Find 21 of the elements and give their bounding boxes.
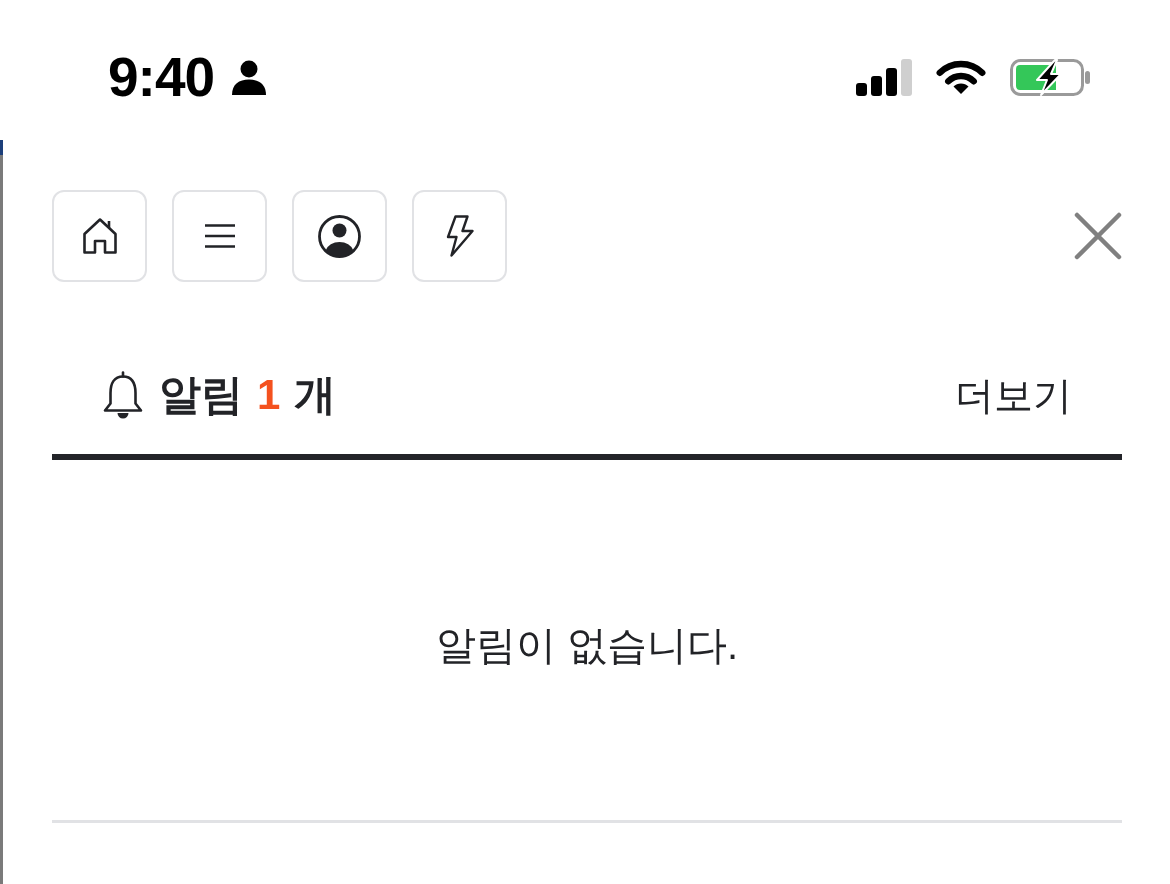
count-unit: 개: [294, 374, 337, 416]
menu-icon: [204, 224, 235, 248]
bell-icon: [102, 371, 144, 419]
flash-button[interactable]: [412, 190, 507, 282]
menu-button[interactable]: [172, 190, 267, 282]
lightning-icon: [445, 215, 474, 257]
notification-count: 1: [257, 374, 281, 416]
close-icon: [1074, 212, 1122, 260]
notifications-title: 알림: [159, 374, 243, 416]
more-link[interactable]: 더보기: [955, 375, 1072, 415]
home-button[interactable]: [52, 190, 147, 282]
profile-icon: [318, 214, 361, 258]
close-button[interactable]: [1074, 212, 1122, 260]
empty-message: 알림이 없습니다.: [435, 625, 739, 665]
signal-icon: [856, 58, 912, 96]
home-icon: [81, 217, 118, 255]
status-time: 9:40: [108, 49, 215, 105]
person-icon: [232, 59, 267, 95]
profile-button[interactable]: [292, 190, 387, 282]
wifi-icon: [936, 59, 986, 95]
battery-icon: [1010, 58, 1090, 96]
